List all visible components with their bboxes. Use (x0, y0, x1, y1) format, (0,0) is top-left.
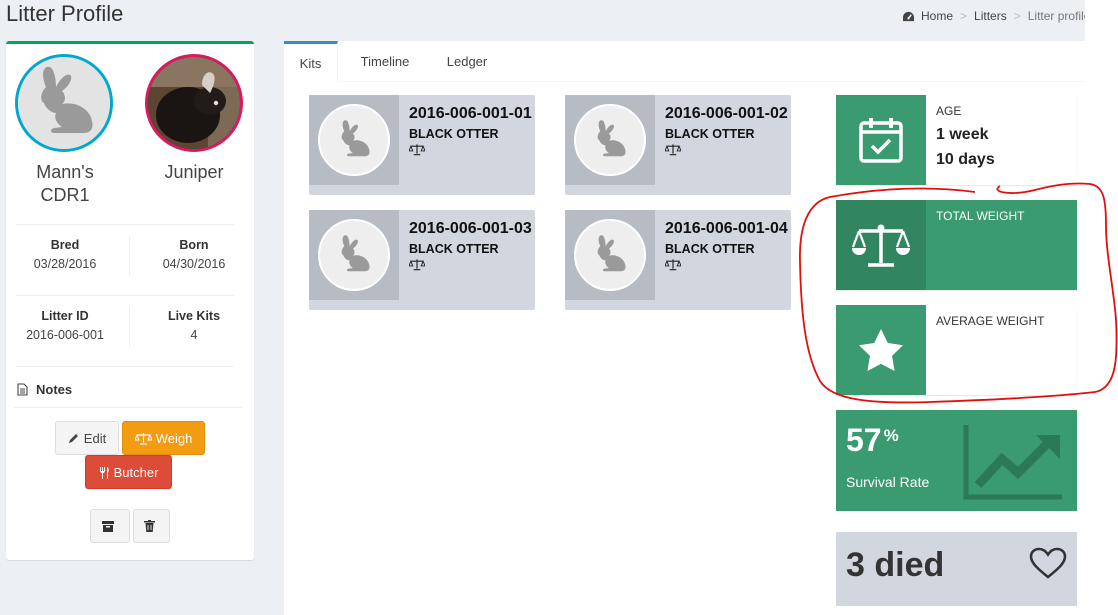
kit-id: 2016-006-001-04 (665, 220, 788, 237)
weigh-button-label: Weigh (155, 430, 193, 446)
scale-icon[interactable] (408, 258, 426, 271)
bred-label: Bred (50, 238, 80, 252)
heart-icon (1029, 547, 1067, 579)
live-kits-label: Live Kits (167, 309, 221, 323)
scale-icon[interactable] (664, 143, 682, 156)
scale-icon[interactable] (408, 143, 426, 156)
breadcrumb-separator: > (1013, 9, 1021, 23)
born-stat: Born 04/30/2016 (135, 238, 253, 271)
delete-button[interactable] (133, 509, 170, 543)
tab-timeline[interactable]: Timeline (344, 41, 426, 82)
born-value: 04/30/2016 (162, 257, 226, 271)
pencil-icon (68, 434, 78, 443)
kit-card[interactable]: 2016-006-001-01 BLACK OTTER (309, 95, 535, 195)
divider (129, 236, 130, 276)
kit-breed: BLACK OTTER (409, 127, 499, 141)
calendar-check-icon (836, 95, 926, 185)
cutlery-icon (99, 466, 109, 479)
window-edge (1085, 0, 1118, 615)
tabs-bar: Kits Timeline Ledger (284, 41, 1085, 82)
litter-id-value: 2016-006-001 (26, 328, 104, 342)
sire-name[interactable]: Mann's CDR1 (16, 161, 114, 207)
dashboard-icon (903, 11, 914, 21)
scale-icon[interactable] (664, 258, 682, 271)
kit-avatar (309, 95, 399, 185)
age-label: AGE (936, 104, 962, 118)
divider (129, 307, 130, 347)
survival-rate-value: 57% (846, 422, 899, 459)
scale-icon (134, 432, 152, 445)
born-label: Born (179, 238, 209, 252)
litter-profile-box: Mann's CDR1 Juniper Bred 03/28/2016 Born… (6, 41, 254, 560)
rabbit-icon (597, 120, 626, 157)
survival-rate-label: Survival Rate (846, 474, 930, 490)
average-weight-label: AVERAGE WEIGHT (936, 314, 1045, 328)
kit-id: 2016-006-001-03 (409, 220, 532, 237)
star-icon (836, 305, 926, 395)
breadcrumb-current: Litter profile (1027, 9, 1091, 23)
kit-card[interactable]: 2016-006-001-04 BLACK OTTER (565, 210, 791, 310)
butcher-button-label: Butcher (113, 464, 159, 480)
weigh-button[interactable]: Weigh (122, 421, 205, 455)
age-info-box: AGE 1 week 10 days (836, 95, 1077, 185)
trash-icon (144, 520, 155, 532)
divider (16, 295, 234, 296)
bred-stat: Bred 03/28/2016 (6, 238, 124, 271)
survival-percent: 57 (846, 422, 882, 458)
edit-button[interactable]: Edit (55, 421, 119, 455)
file-text-icon (17, 383, 28, 396)
dam-avatar[interactable] (145, 54, 243, 152)
total-weight-label: TOTAL WEIGHT (936, 209, 1025, 223)
page: Litter Profile Home > Litters > Litter p… (0, 0, 1090, 615)
total-weight-info-box: TOTAL WEIGHT (836, 200, 1077, 290)
died-count: 3 died (846, 546, 945, 584)
rabbit-icon (18, 57, 110, 149)
archive-icon (102, 520, 114, 532)
bred-value: 03/28/2016 (33, 257, 97, 271)
archive-button[interactable] (90, 509, 130, 543)
edit-button-label: Edit (83, 430, 107, 446)
divider (16, 366, 234, 367)
sire-avatar[interactable] (15, 54, 113, 152)
percent-sign: % (883, 426, 899, 445)
breadcrumb-litters[interactable]: Litters (974, 9, 1007, 23)
kit-avatar (565, 95, 655, 185)
kit-breed: BLACK OTTER (665, 127, 755, 141)
divider (16, 224, 234, 225)
tab-kits[interactable]: Kits (284, 41, 338, 82)
kit-avatar (565, 210, 655, 300)
line-chart-icon (963, 425, 1062, 500)
live-kits-stat: Live Kits 4 (135, 309, 253, 342)
breadcrumb-separator: > (960, 9, 968, 23)
rabbit-icon (341, 235, 370, 272)
butcher-button[interactable]: Butcher (85, 455, 172, 489)
dam-name[interactable]: Juniper (145, 161, 243, 184)
breadcrumb-home[interactable]: Home (921, 9, 953, 23)
age-days: 10 days (936, 151, 995, 168)
page-title: Litter Profile (6, 1, 124, 26)
notes-heading: Notes (17, 382, 72, 397)
died-box: 3 died (836, 532, 1077, 606)
rabbit-icon (341, 120, 370, 157)
notes-label: Notes (36, 382, 73, 397)
kit-card[interactable]: 2016-006-001-03 BLACK OTTER (309, 210, 535, 310)
kit-id: 2016-006-001-01 (409, 105, 532, 122)
age-weeks: 1 week (936, 126, 989, 143)
kit-card[interactable]: 2016-006-001-02 BLACK OTTER (565, 95, 791, 195)
kit-breed: BLACK OTTER (665, 242, 755, 256)
kit-breed: BLACK OTTER (409, 242, 499, 256)
kit-avatar (309, 210, 399, 300)
divider (14, 407, 242, 408)
survival-rate-box: 57% Survival Rate (836, 410, 1077, 511)
litter-id-stat: Litter ID 2016-006-001 (6, 309, 124, 342)
rabbit-icon (597, 235, 626, 272)
tab-ledger[interactable]: Ledger (430, 41, 504, 82)
live-kits-value: 4 (190, 328, 198, 342)
average-weight-info-box: AVERAGE WEIGHT (836, 305, 1077, 395)
breadcrumb: Home > Litters > Litter profile (902, 9, 1090, 23)
scale-icon (836, 200, 926, 290)
dam-photo (148, 57, 240, 149)
kit-id: 2016-006-001-02 (665, 105, 788, 122)
litter-id-label: Litter ID (41, 309, 89, 323)
